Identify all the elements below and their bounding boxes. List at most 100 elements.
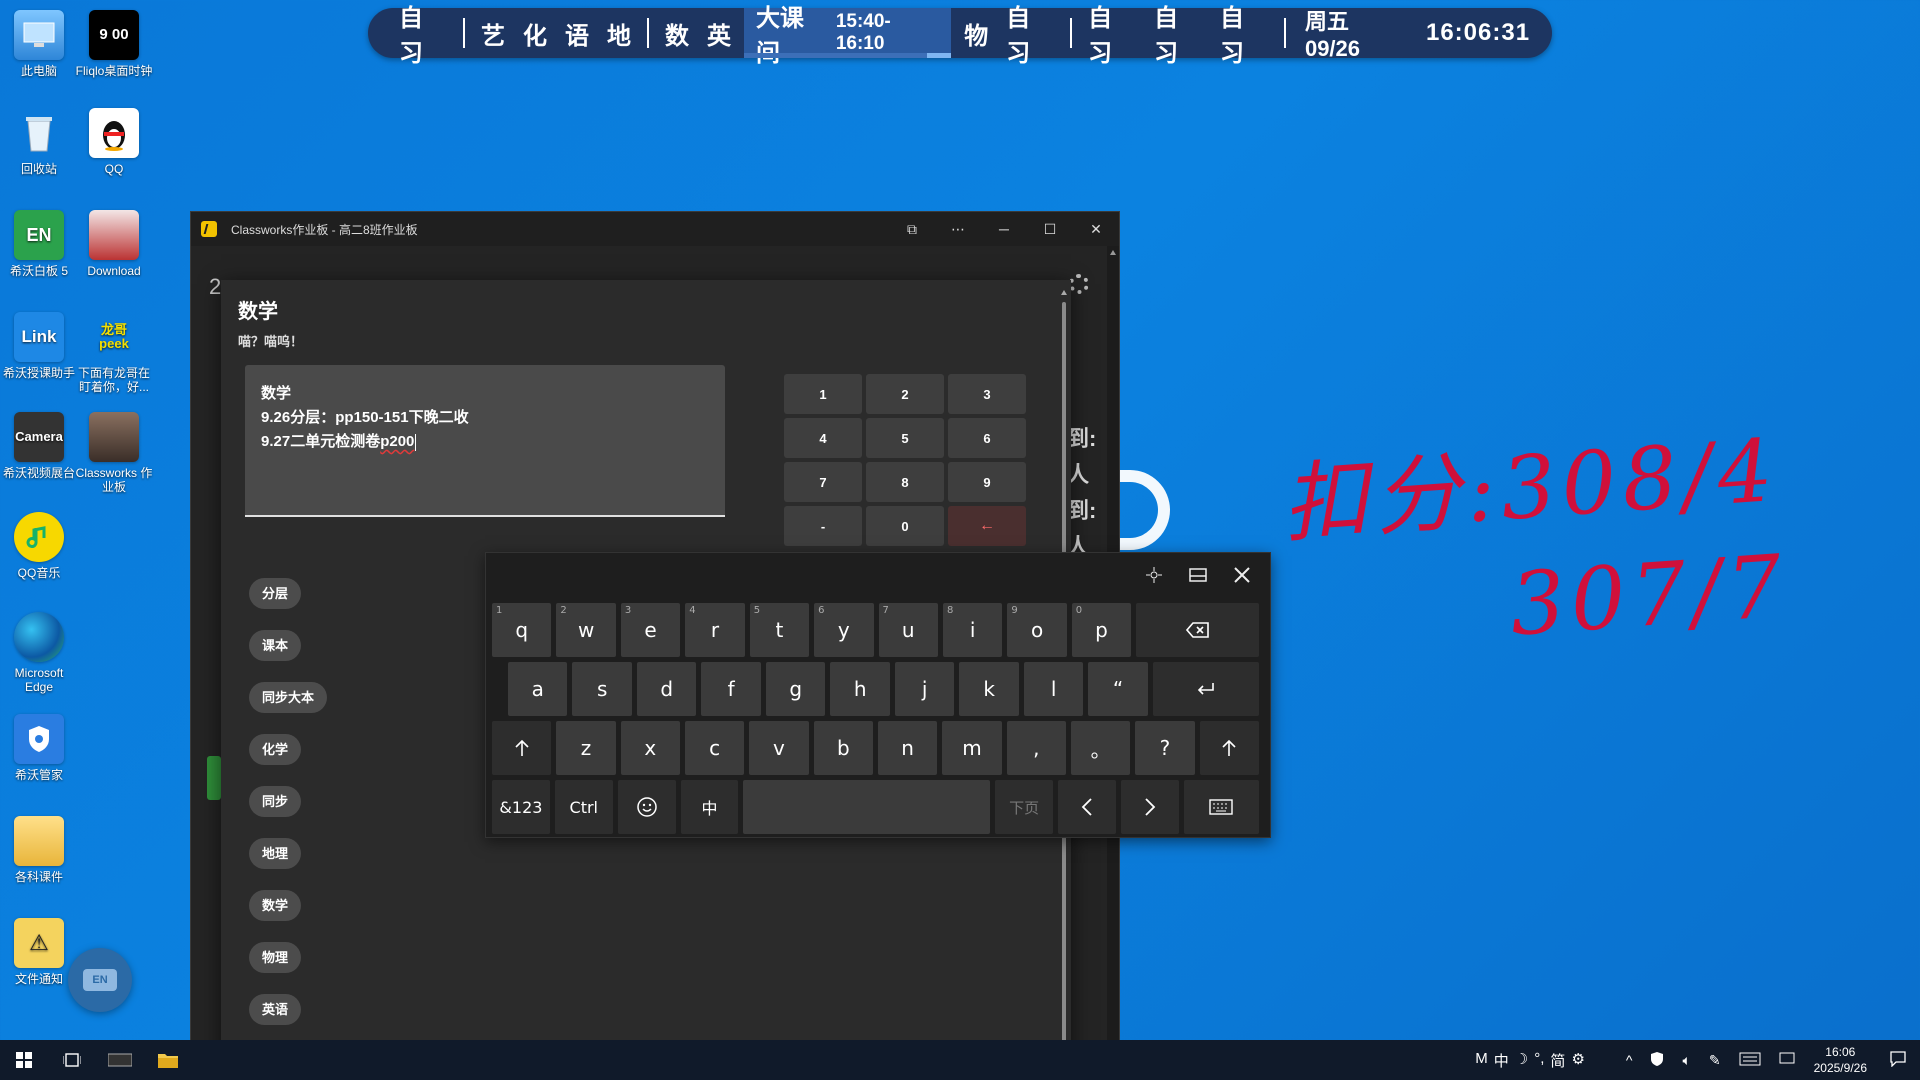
touch-keyboard-icon[interactable] (1739, 1052, 1761, 1069)
key-k[interactable]: k (959, 662, 1019, 716)
key-u[interactable]: 7u (878, 603, 938, 657)
numpad-key-0[interactable]: 0 (866, 506, 944, 546)
quick-tag-chip[interactable]: 分层 (249, 578, 302, 609)
key-c[interactable]: c (684, 721, 745, 775)
desktop-icon-seewo-link[interactable]: Link 希沃授课助手 (0, 312, 78, 380)
numpad-key-8[interactable]: 8 (866, 462, 944, 502)
key-t[interactable]: 5t (749, 603, 810, 657)
key-d[interactable]: d (636, 662, 697, 716)
key-j[interactable]: j (894, 662, 955, 716)
more-options-icon[interactable]: ⋯ (935, 212, 981, 246)
key-quote[interactable]: “ (1088, 662, 1148, 716)
settings-gear-icon[interactable] (1069, 274, 1089, 294)
desktop-icon-edge[interactable]: Microsoft Edge (0, 612, 78, 694)
numpad-key-7[interactable]: 7 (784, 462, 862, 502)
key-q[interactable]: 1q (492, 603, 552, 657)
key-w[interactable]: 2w (556, 603, 616, 657)
ctrl-key[interactable]: Ctrl (554, 780, 613, 834)
numpad-key-3[interactable]: 3 (948, 374, 1026, 414)
keyboard-close-icon[interactable] (1230, 564, 1254, 586)
floating-assistant-button[interactable]: EN (68, 948, 132, 1012)
desktop-icon-fliqlo[interactable]: 9 00 Fliqlo桌面时钟 (75, 10, 153, 78)
numpad-key-9[interactable]: 9 (948, 462, 1026, 502)
screen-share-icon[interactable]: ⧉ (889, 212, 935, 246)
quick-tag-chip[interactable]: 化学 (249, 734, 302, 765)
close-button[interactable]: ✕ (1073, 212, 1119, 246)
backspace-key[interactable] (1136, 603, 1260, 657)
key-a[interactable]: a (508, 662, 568, 716)
chevron-up-icon[interactable]: ^ (1626, 1052, 1633, 1068)
quick-tag-chip[interactable]: 地理 (249, 838, 302, 869)
keyboard-move-icon[interactable] (1142, 564, 1166, 586)
key-f[interactable]: f (701, 662, 761, 716)
desktop-icon-longge[interactable]: 龙哥 peek 下面有龙哥在盯着你，好... (75, 312, 153, 395)
shift-key-right[interactable] (1199, 721, 1259, 775)
quick-tag-chip[interactable]: 同步大本 (249, 682, 328, 713)
window-titlebar[interactable]: Classworks作业板 - 高二8班作业板 ⧉ ⋯ ─ ☐ ✕ (191, 212, 1119, 246)
task-view-icon[interactable] (48, 1040, 96, 1080)
scroll-up-icon[interactable] (1061, 290, 1067, 295)
numpad-key-4[interactable]: 4 (784, 418, 862, 458)
key-x[interactable]: x (620, 721, 680, 775)
homework-text-input[interactable]: 数学 9.26分层：pp150-151下晚二收 9.27二单元检测卷p200 (245, 365, 725, 517)
left-arrow-key[interactable] (1058, 780, 1116, 834)
desktop-icon-this-pc[interactable]: 此电脑 (0, 10, 78, 78)
ime-item[interactable]: ☽ (1515, 1050, 1528, 1071)
numpad-key-5[interactable]: 5 (866, 418, 944, 458)
minimize-button[interactable]: ─ (981, 212, 1027, 246)
key-z[interactable]: z (556, 721, 616, 775)
key-y[interactable]: 6y (814, 603, 874, 657)
enter-key[interactable] (1152, 662, 1259, 716)
desktop-icon-seewo-camera[interactable]: Camera 希沃视频展台 (0, 412, 78, 480)
key-g[interactable]: g (765, 662, 826, 716)
space-key[interactable] (743, 780, 991, 834)
key-b[interactable]: b (813, 721, 873, 775)
desktop-icon-classworks[interactable]: Classworks 作业板 (75, 412, 153, 494)
desktop-icon-file-notice[interactable]: ⚠ 文件通知 (0, 918, 78, 986)
numpad-backspace-button[interactable]: ← (948, 506, 1026, 546)
key-s[interactable]: s (572, 662, 632, 716)
key-question[interactable]: ? (1135, 721, 1195, 775)
quick-tag-chip[interactable]: 英语 (249, 994, 302, 1025)
start-windows-icon[interactable] (0, 1040, 48, 1080)
numpad-key-2[interactable]: 2 (866, 374, 944, 414)
numpad-key-minus[interactable]: - (784, 506, 862, 546)
key-p[interactable]: 0p (1071, 603, 1132, 657)
language-key[interactable]: 中 (680, 780, 739, 834)
ime-item[interactable]: M (1475, 1050, 1488, 1071)
key-r[interactable]: 4r (685, 603, 745, 657)
page-down-key[interactable]: 下页 (995, 780, 1054, 834)
security-shield-icon[interactable] (1650, 1051, 1664, 1070)
key-comma[interactable]: , (1006, 721, 1066, 775)
desktop-icon-recycle-bin[interactable]: 回收站 (0, 108, 78, 176)
right-arrow-key[interactable] (1120, 780, 1179, 834)
emoji-key[interactable] (617, 780, 676, 834)
keyboard-dock-icon[interactable] (1186, 564, 1210, 586)
desktop-icon-seewo-guard[interactable]: 希沃管家 (0, 714, 78, 782)
key-o[interactable]: 9o (1007, 603, 1067, 657)
desktop-icon-qq[interactable]: QQ (75, 108, 153, 176)
shift-key-left[interactable] (492, 721, 552, 775)
keyboard-layout-key[interactable] (1183, 780, 1259, 834)
key-i[interactable]: 8i (942, 603, 1003, 657)
quick-tag-chip[interactable]: 数学 (249, 890, 302, 921)
key-h[interactable]: h (830, 662, 890, 716)
notification-icon[interactable] (1890, 1050, 1906, 1070)
symbols-key[interactable]: &123 (492, 780, 550, 834)
ime-item[interactable]: 中 (1494, 1050, 1509, 1071)
numpad-key-1[interactable]: 1 (784, 374, 862, 414)
ime-item[interactable]: ⚙ (1571, 1050, 1584, 1071)
display-icon[interactable] (1779, 1052, 1795, 1069)
ime-item[interactable]: 简 (1550, 1050, 1565, 1071)
quick-tag-chip[interactable]: 物理 (249, 942, 302, 973)
fliqlo-taskbar-icon[interactable] (96, 1040, 144, 1080)
key-v[interactable]: v (749, 721, 809, 775)
desktop-icon-download[interactable]: Download (75, 210, 153, 278)
file-explorer-icon[interactable] (144, 1040, 192, 1080)
ime-item[interactable]: °, (1534, 1050, 1544, 1071)
ime-toolbar[interactable]: M 中 ☽ °, 简 ⚙ (1475, 1050, 1585, 1071)
desktop-icon-seewo-whiteboard[interactable]: EN 希沃白板 5 (0, 210, 78, 278)
pen-icon[interactable]: ✎ (1709, 1052, 1721, 1069)
quick-tag-chip[interactable]: 课本 (249, 630, 302, 661)
desktop-icon-courseware[interactable]: 各科课件 (0, 816, 78, 884)
